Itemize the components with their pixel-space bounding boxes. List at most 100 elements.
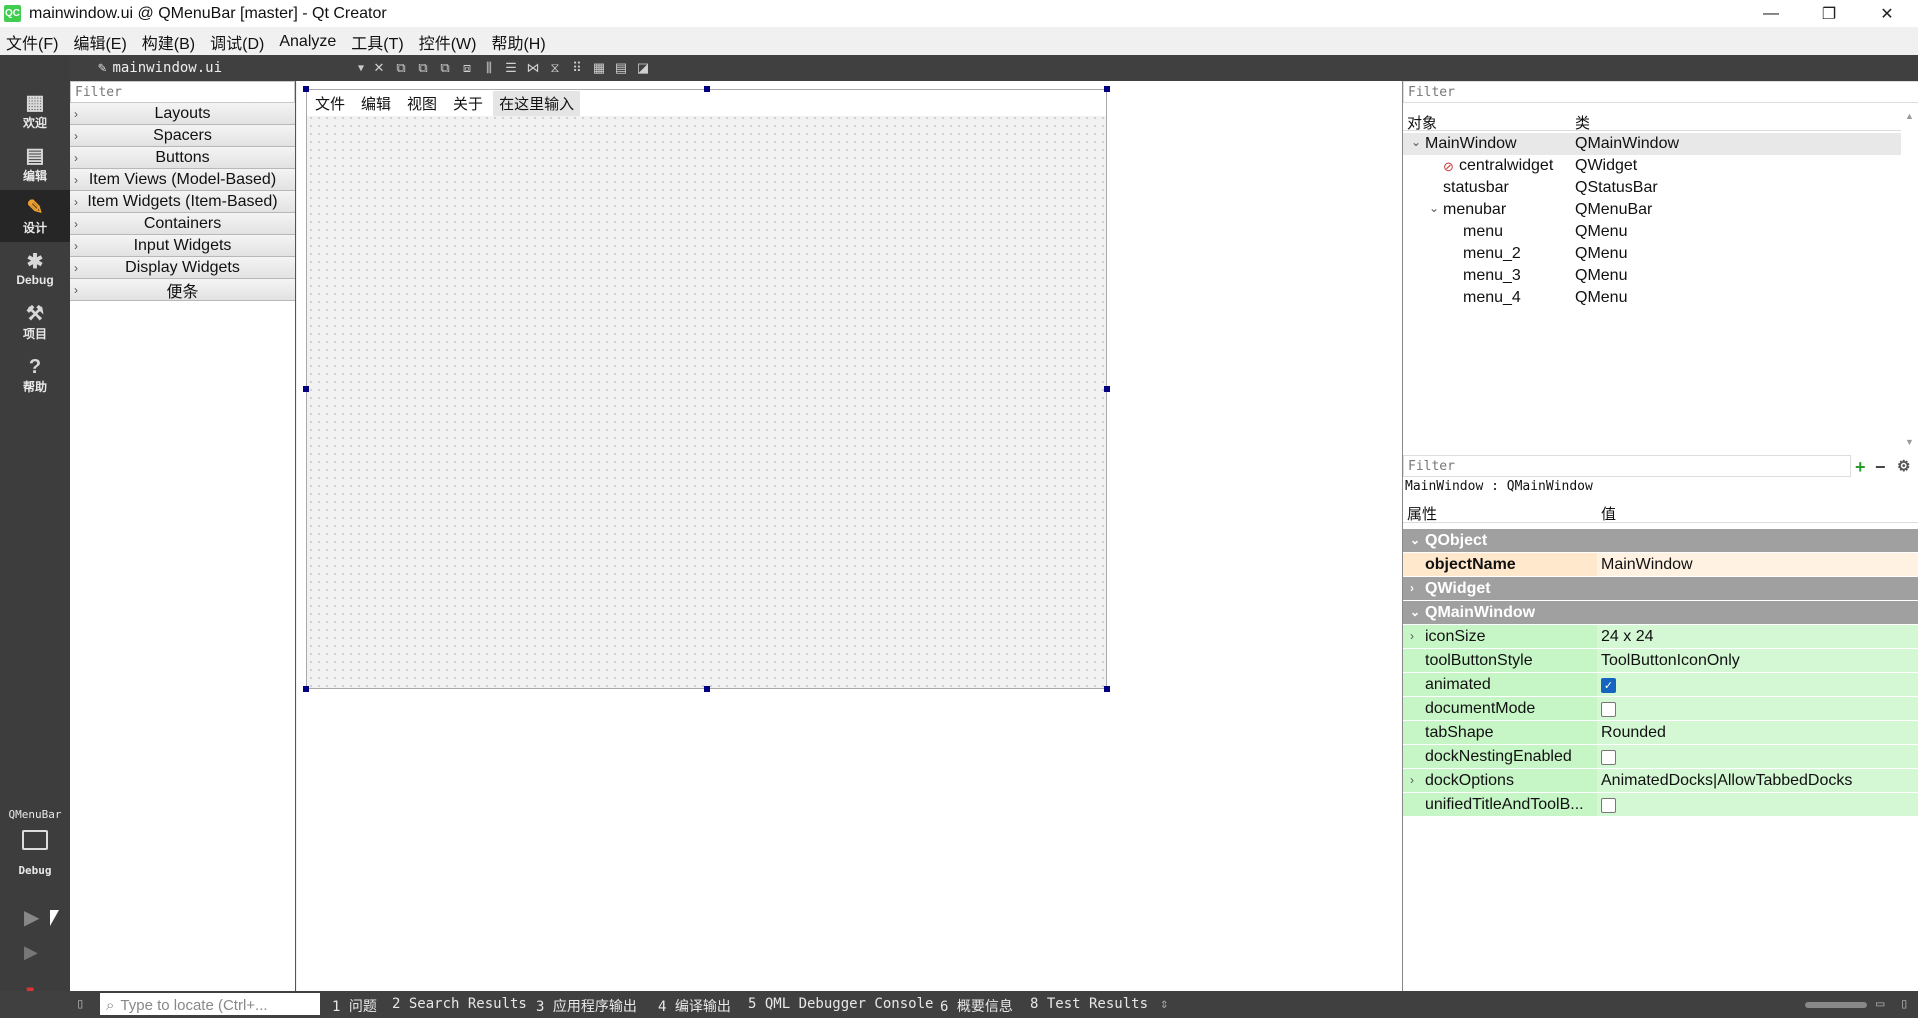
object-inspector-scrollbar[interactable]: ▲ ▼	[1901, 109, 1918, 449]
resize-handle[interactable]	[1104, 86, 1110, 92]
layout-horizontal-icon[interactable]: ⫼	[478, 57, 500, 79]
tree-row-menubar[interactable]: ⌄ menubar QMenuBar	[1403, 199, 1901, 221]
locator-input[interactable]: ⌕ Type to locate (Ctrl+...	[100, 993, 320, 1015]
widget-filter-input[interactable]: Filter	[70, 81, 295, 103]
resize-handle[interactable]	[704, 686, 710, 692]
menu-controls[interactable]: 控件(W)	[419, 30, 477, 54]
mode-welcome[interactable]: ▦ 欢迎	[0, 85, 70, 137]
category-containers[interactable]: › Containers	[70, 213, 295, 235]
edit-widgets-icon[interactable]: ⧉	[390, 57, 412, 79]
category-item-widgets[interactable]: › Item Widgets (Item-Based)	[70, 191, 295, 213]
property-animated[interactable]: animated ✓	[1403, 673, 1918, 697]
toggle-sidebar-icon[interactable]: ▯	[76, 996, 84, 1012]
property-documentmode[interactable]: documentMode	[1403, 697, 1918, 721]
layout-vertical-icon[interactable]: ☰	[500, 57, 522, 79]
tree-row-menu[interactable]: menu QMenu	[1403, 221, 1901, 243]
category-spacers[interactable]: › Spacers	[70, 125, 295, 147]
mode-projects[interactable]: ⚒ 项目	[0, 296, 70, 348]
resize-handle[interactable]	[704, 86, 710, 92]
layout-grid-icon[interactable]: ▦	[588, 57, 610, 79]
configure-wrench-icon[interactable]: ⚙	[1897, 457, 1910, 475]
group-qobject[interactable]: ⌄ QObject	[1403, 529, 1918, 553]
open-documents-combo[interactable]: ✎ mainwindow.ui ▼	[98, 57, 368, 79]
form-menu-bar[interactable]: 文件 编辑 视图 关于 在这里输入	[307, 90, 1106, 116]
category-display-widgets[interactable]: › Display Widgets	[70, 257, 295, 279]
menu-help[interactable]: 帮助(H)	[491, 30, 545, 54]
debug-run-icon[interactable]: ▶	[24, 942, 38, 963]
edit-tab-order-icon[interactable]: ⧈	[456, 57, 478, 79]
property-docknestingenabled[interactable]: dockNestingEnabled	[1403, 745, 1918, 769]
pane-search-results[interactable]: 2 Search Results	[392, 996, 527, 1012]
property-unifiedtitleandtoolbar[interactable]: unifiedTitleAndToolB...	[1403, 793, 1918, 817]
category-layouts[interactable]: › Layouts	[70, 103, 295, 125]
add-dynamic-property-icon[interactable]: +	[1855, 457, 1866, 478]
tree-row-statusbar[interactable]: statusbar QStatusBar	[1403, 177, 1901, 199]
menu-tools[interactable]: 工具(T)	[351, 30, 403, 54]
tree-row-menu-2[interactable]: menu_2 QMenu	[1403, 243, 1901, 265]
chevron-right-icon[interactable]: ›	[1410, 629, 1414, 643]
menu-analyze[interactable]: Analyze	[279, 33, 336, 51]
property-iconsize[interactable]: › iconSize 24 x 24	[1403, 625, 1918, 649]
property-tabshape[interactable]: tabShape Rounded	[1403, 721, 1918, 745]
form-menu-about[interactable]: 关于	[453, 93, 483, 114]
menu-edit[interactable]: 编辑(E)	[73, 30, 126, 54]
property-value[interactable]: 24 x 24	[1601, 628, 1653, 646]
object-filter-input[interactable]: Filter	[1403, 81, 1918, 103]
property-value[interactable]: AnimatedDocks|AllowTabbedDocks	[1601, 772, 1852, 790]
unified-title-checkbox[interactable]	[1601, 798, 1616, 813]
category-input-widgets[interactable]: › Input Widgets	[70, 235, 295, 257]
close-document-icon[interactable]: ✕	[368, 57, 390, 79]
menu-debug[interactable]: 调试(D)	[210, 30, 264, 54]
category-item-views[interactable]: › Item Views (Model-Based)	[70, 169, 295, 191]
menu-build[interactable]: 构建(B)	[142, 30, 195, 54]
docknesting-checkbox[interactable]	[1601, 750, 1616, 765]
more-panes-icon[interactable]: ⇕	[1160, 996, 1168, 1012]
remove-dynamic-property-icon[interactable]: −	[1875, 457, 1886, 478]
group-qwidget[interactable]: › QWidget	[1403, 577, 1918, 601]
break-layout-icon[interactable]: ▤	[610, 57, 632, 79]
form-menu-file[interactable]: 文件	[315, 93, 345, 114]
resize-handle[interactable]	[1104, 386, 1110, 392]
edit-buddies-icon[interactable]: ⧉	[434, 57, 456, 79]
documentmode-checkbox[interactable]	[1601, 702, 1616, 717]
property-value[interactable]: ToolButtonIconOnly	[1601, 652, 1740, 670]
type-here-placeholder[interactable]: 在这里输入	[493, 90, 581, 116]
scroll-down-icon[interactable]: ▼	[1905, 437, 1914, 447]
tree-row-mainwindow[interactable]: ⌄ MainWindow QMainWindow	[1403, 133, 1901, 155]
toggle-progress-icon[interactable]: ▭	[1876, 996, 1884, 1012]
group-qmainwindow[interactable]: ⌄ QMainWindow	[1403, 601, 1918, 625]
menu-file[interactable]: 文件(F)	[6, 30, 58, 54]
toggle-right-sidebar-icon[interactable]: ▯	[1900, 996, 1908, 1012]
maximize-button[interactable]: ❐	[1800, 0, 1858, 27]
chevron-down-icon[interactable]: ⌄	[1411, 135, 1421, 149]
pane-test-results[interactable]: 8 Test Results	[1030, 996, 1148, 1012]
mode-edit[interactable]: ▤ 编辑	[0, 138, 70, 190]
mode-help[interactable]: ? 帮助	[0, 349, 70, 401]
scroll-up-icon[interactable]: ▲	[1905, 111, 1914, 121]
mode-design[interactable]: ✎ 设计	[0, 190, 70, 242]
category-scratchpad[interactable]: › 便条	[70, 279, 295, 301]
resize-handle[interactable]	[303, 686, 309, 692]
form-menu-edit[interactable]: 编辑	[361, 93, 391, 114]
chevron-down-icon[interactable]: ⌄	[1429, 201, 1439, 215]
pane-qml-console[interactable]: 5 QML Debugger Console	[748, 996, 933, 1012]
property-toolbuttonstyle[interactable]: toolButtonStyle ToolButtonIconOnly	[1403, 649, 1918, 673]
property-dockoptions[interactable]: › dockOptions AnimatedDocks|AllowTabbedD…	[1403, 769, 1918, 793]
tree-row-menu-3[interactable]: menu_3 QMenu	[1403, 265, 1901, 287]
edit-signals-slots-icon[interactable]: ⧉	[412, 57, 434, 79]
form-menu-view[interactable]: 视图	[407, 93, 437, 114]
layout-h-splitter-icon[interactable]: ⋈	[522, 57, 544, 79]
pane-app-output[interactable]: 3 应用程序输出	[536, 996, 637, 1016]
property-value[interactable]: Rounded	[1601, 724, 1666, 742]
resize-handle[interactable]	[303, 386, 309, 392]
run-icon[interactable]: ▶	[24, 905, 39, 930]
mode-debug[interactable]: ✱ Debug	[0, 243, 70, 295]
form-editor-area[interactable]: 文件 编辑 视图 关于 在这里输入	[297, 81, 1402, 991]
pane-general-messages[interactable]: 6 概要信息	[940, 996, 1013, 1016]
main-window-form[interactable]: 文件 编辑 视图 关于 在这里输入	[306, 89, 1107, 689]
layout-v-splitter-icon[interactable]: ⧖	[544, 57, 566, 79]
pane-issues[interactable]: 1 问题	[332, 996, 377, 1016]
layout-form-icon[interactable]: ⠿	[566, 57, 588, 79]
category-buttons[interactable]: › Buttons	[70, 147, 295, 169]
tree-row-centralwidget[interactable]: ⊘ centralwidget QWidget	[1403, 155, 1901, 177]
